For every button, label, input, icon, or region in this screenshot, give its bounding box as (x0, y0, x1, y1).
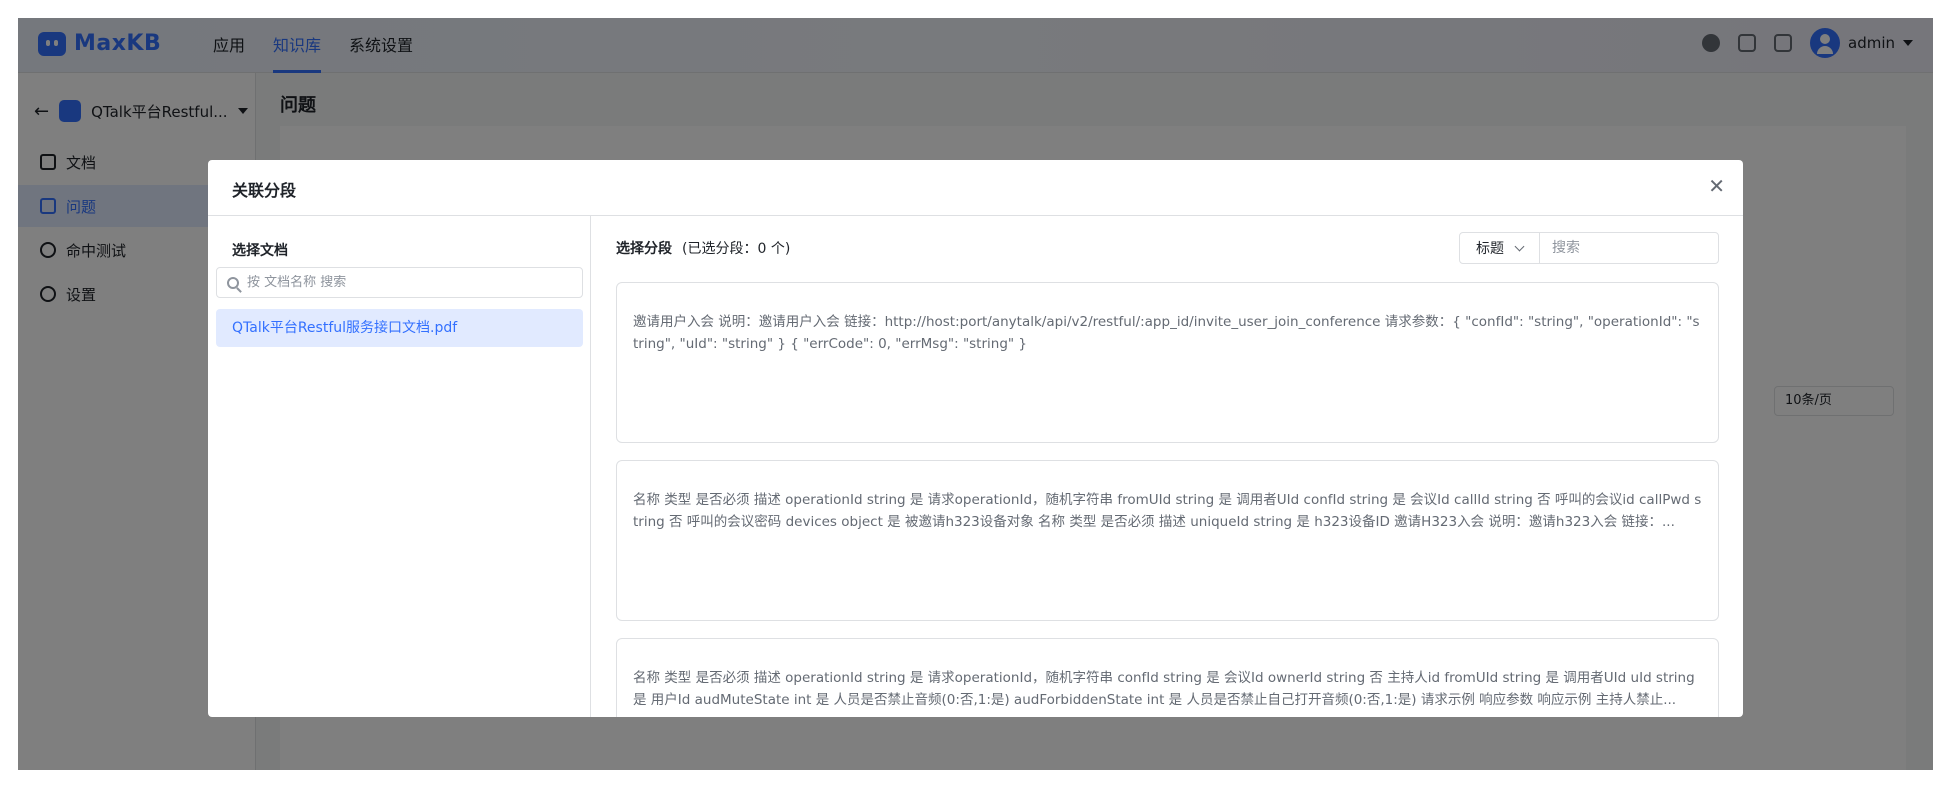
segment-panel: 选择分段 (已选分段：0 个) 标题 邀请用户入会 说明：邀请用户入会 链接：h… (592, 216, 1743, 717)
document-panel-label: 选择文档 (232, 243, 288, 259)
segment-panel-header: 选择分段 (已选分段：0 个) (616, 238, 790, 258)
segment-card[interactable]: 名称 类型 是否必须 描述 operationId string 是 请求ope… (616, 460, 1719, 621)
segment-text: 名称 类型 是否必须 描述 operationId string 是 请求ope… (633, 670, 1695, 708)
document-panel: 选择文档 QTalk平台Restful服务接口文档.pdf (208, 216, 591, 717)
segment-list: 邀请用户入会 说明：邀请用户入会 链接：http://host:port/any… (616, 282, 1719, 717)
segment-search-input[interactable] (1540, 233, 1718, 263)
segment-card[interactable]: 邀请用户入会 说明：邀请用户入会 链接：http://host:port/any… (616, 282, 1719, 443)
filter-type-select[interactable]: 标题 (1460, 233, 1540, 263)
segment-card[interactable]: 名称 类型 是否必须 描述 operationId string 是 请求ope… (616, 638, 1719, 717)
dialog-header: 关联分段 ✕ (208, 160, 1743, 216)
chevron-down-icon (1514, 241, 1525, 251)
selected-count: (已选分段：0 个) (682, 241, 791, 257)
segment-text: 邀请用户入会 说明：邀请用户入会 链接：http://host:port/any… (633, 314, 1700, 352)
segment-panel-label: 选择分段 (616, 241, 672, 257)
segment-text: 名称 类型 是否必须 描述 operationId string 是 请求ope… (633, 492, 1702, 530)
search-icon (227, 276, 239, 289)
document-list-item[interactable]: QTalk平台Restful服务接口文档.pdf (216, 309, 583, 347)
document-search-input[interactable] (247, 275, 567, 290)
close-icon[interactable]: ✕ (1708, 174, 1725, 198)
associate-segment-dialog: 关联分段 ✕ 选择文档 QTalk平台Restful服务接口文档.pdf 选择分… (208, 160, 1743, 717)
filter-type-label: 标题 (1476, 241, 1504, 257)
app-window: MaxKB 应用 知识库 系统设置 admin ← QTalk平台Restful… (18, 18, 1933, 770)
dialog-title: 关联分段 (232, 181, 297, 200)
document-search[interactable] (216, 267, 583, 298)
segment-filter: 标题 (1459, 232, 1719, 264)
